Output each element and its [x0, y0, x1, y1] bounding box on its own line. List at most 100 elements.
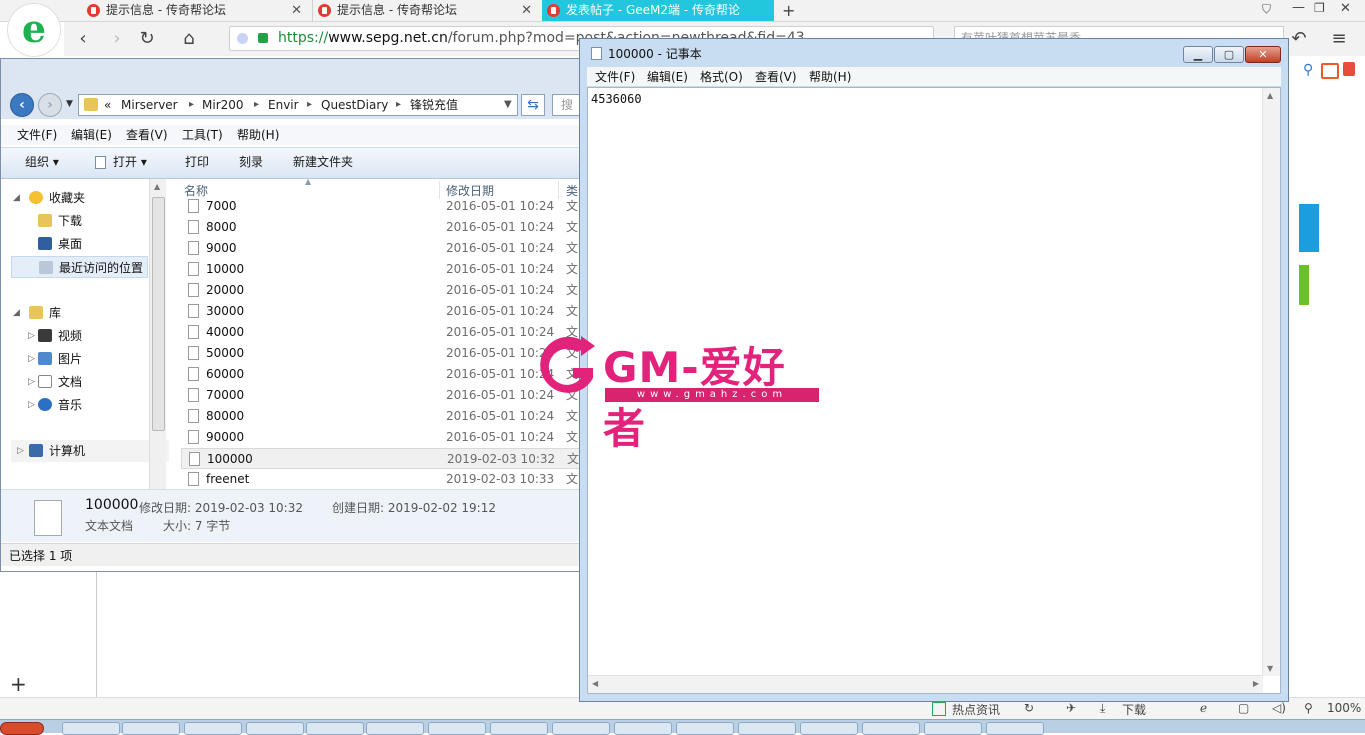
window-icon[interactable]: ▢: [1238, 701, 1249, 715]
notepad-title-bar[interactable]: 100000 - 记事本 ▁ ▢ ✕: [580, 39, 1288, 67]
back-button[interactable]: ‹: [10, 93, 34, 117]
close-button[interactable]: ✕: [1245, 46, 1281, 63]
breadcrumb-item[interactable]: QuestDiary: [321, 95, 388, 115]
hot-news-link[interactable]: 热点资讯: [952, 701, 1000, 718]
taskbar-app[interactable]: [614, 722, 672, 735]
expand-arrow-icon[interactable]: ▷: [28, 348, 35, 370]
nav-music[interactable]: ▷ 音乐: [28, 394, 82, 416]
scroll-down-arrow-icon[interactable]: ▼: [1267, 664, 1273, 673]
breadcrumb-separator-icon[interactable]: ▸: [396, 95, 401, 115]
menu-edit[interactable]: 编辑(E): [647, 67, 688, 87]
forward-button[interactable]: ›: [38, 93, 62, 117]
expand-arrow-icon[interactable]: ▷: [28, 325, 35, 347]
menu-view[interactable]: 查看(V): [126, 125, 168, 145]
file-row[interactable]: 80000 2016-05-01 10:24 文: [181, 406, 581, 427]
file-row[interactable]: 20000 2016-05-01 10:24 文: [181, 280, 581, 301]
file-row[interactable]: 60000 2016-05-01 10:24 文: [181, 364, 581, 385]
file-row[interactable]: 10000 2016-05-01 10:24 文: [181, 259, 581, 280]
scroll-up-arrow-icon[interactable]: ▲: [1267, 91, 1273, 100]
add-icon[interactable]: +: [10, 672, 27, 696]
burn-button[interactable]: 刻录: [239, 148, 263, 176]
breadcrumb-separator-icon[interactable]: ▸: [189, 95, 194, 115]
file-row[interactable]: 50000 2016-05-01 10:24 文: [181, 343, 581, 364]
scroll-right-arrow-icon[interactable]: ▶: [1253, 679, 1259, 688]
scroll-left-arrow-icon[interactable]: ◀: [592, 679, 598, 688]
nav-favorites[interactable]: ◢ 收藏夹: [13, 187, 85, 209]
file-row[interactable]: 90000 2016-05-01 10:24 文: [181, 427, 581, 448]
taskbar-app[interactable]: [862, 722, 920, 735]
file-row-selected[interactable]: 100000 2019-02-03 10:32 文: [181, 448, 581, 469]
download-icon[interactable]: ⤓: [1100, 701, 1105, 716]
app-icon[interactable]: [1343, 62, 1355, 76]
taskbar-app[interactable]: [552, 722, 610, 735]
cleanup-icon[interactable]: ✈: [1066, 701, 1076, 715]
menu-file[interactable]: 文件(F): [17, 125, 57, 145]
breadcrumb-separator-icon[interactable]: ▸: [254, 95, 259, 115]
explorer-search-input[interactable]: 搜索: [552, 94, 582, 116]
taskbar-app[interactable]: [738, 722, 796, 735]
breadcrumb-dropdown-icon[interactable]: ▼: [504, 95, 512, 115]
maximize-button[interactable]: ▢: [1214, 46, 1244, 63]
vertical-scrollbar[interactable]: ▲ ▼: [1262, 88, 1280, 676]
breadcrumb-item[interactable]: Mir200: [202, 95, 244, 115]
undo-close-icon[interactable]: ↶: [1286, 26, 1312, 52]
nav-libraries[interactable]: ◢ 库: [13, 302, 61, 324]
taskbar-app[interactable]: [306, 722, 364, 735]
taskbar-app[interactable]: [986, 722, 1044, 735]
minimize-window-icon[interactable]: —: [1292, 0, 1305, 15]
zoom-level[interactable]: 100%: [1327, 701, 1361, 715]
menu-file[interactable]: 文件(F): [595, 67, 635, 87]
search-icon[interactable]: ⚲: [1303, 62, 1313, 78]
breadcrumb-item[interactable]: Envir: [268, 95, 299, 115]
site-info-icon[interactable]: [237, 33, 248, 44]
tv-icon[interactable]: [1321, 63, 1339, 79]
home-icon[interactable]: ⌂: [176, 26, 202, 52]
taskbar-app[interactable]: [246, 722, 304, 735]
organize-button[interactable]: 组织 ▾: [25, 148, 59, 176]
menu-help[interactable]: 帮助(H): [809, 67, 851, 87]
collapse-arrow-icon[interactable]: ◢: [13, 302, 20, 324]
nav-desktop[interactable]: 桌面: [38, 233, 82, 255]
menu-view[interactable]: 查看(V): [755, 67, 797, 87]
breadcrumb[interactable]: « Mirserver ▸ Mir200 ▸ Envir ▸ QuestDiar…: [78, 94, 518, 116]
expand-arrow-icon[interactable]: ▷: [28, 394, 35, 416]
menu-edit[interactable]: 编辑(E): [71, 125, 112, 145]
back-arrow-icon[interactable]: ‹: [70, 26, 96, 52]
menu-icon[interactable]: ≡: [1326, 26, 1352, 52]
taskbar-app[interactable]: [428, 722, 486, 735]
file-row[interactable]: 8000 2016-05-01 10:24 文: [181, 217, 581, 238]
menu-help[interactable]: 帮助(H): [237, 125, 279, 145]
close-window-icon[interactable]: ✕: [1340, 1, 1351, 16]
sound-icon[interactable]: ◁): [1272, 701, 1286, 715]
maximize-window-icon[interactable]: ❐: [1314, 1, 1325, 15]
expand-arrow-icon[interactable]: ▷: [17, 440, 24, 462]
breadcrumb-item-current[interactable]: 锋锐充值: [410, 95, 458, 115]
browser-tab[interactable]: 提示信息 - 传奇帮论坛 ✕: [312, 0, 540, 21]
breadcrumb-item[interactable]: Mirserver: [121, 95, 178, 115]
breadcrumb-overflow[interactable]: «: [104, 95, 111, 115]
nav-downloads[interactable]: 下载: [38, 210, 82, 232]
open-button[interactable]: 打开 ▾: [113, 148, 147, 176]
new-tab-button[interactable]: +: [782, 0, 795, 21]
minimize-button[interactable]: ▁: [1183, 46, 1213, 63]
expand-arrow-icon[interactable]: ▷: [28, 371, 35, 393]
refresh-icon[interactable]: ↻: [134, 26, 160, 52]
taskbar-app[interactable]: [800, 722, 858, 735]
collapse-arrow-icon[interactable]: ◢: [13, 187, 20, 209]
shirt-icon[interactable]: ⛉: [1262, 2, 1271, 17]
recent-pages-icon[interactable]: ▼: [66, 99, 73, 109]
nav-pictures[interactable]: ▷ 图片: [28, 348, 82, 370]
browser-tab-active[interactable]: 发表帖子 - GeeM2端 - 传奇帮论: [542, 0, 774, 21]
print-button[interactable]: 打印: [185, 148, 209, 176]
file-row[interactable]: 9000 2016-05-01 10:24 文: [181, 238, 581, 259]
start-button[interactable]: [0, 722, 44, 735]
taskbar-app[interactable]: [62, 722, 120, 735]
taskbar-app[interactable]: [366, 722, 424, 735]
file-row[interactable]: 40000 2016-05-01 10:24 文: [181, 322, 581, 343]
browser-tab[interactable]: 提示信息 - 传奇帮论坛 ✕: [82, 0, 310, 21]
file-row[interactable]: 30000 2016-05-01 10:24 文: [181, 301, 581, 322]
file-row[interactable]: freenet 2019-02-03 10:33 文: [181, 469, 581, 489]
breadcrumb-separator-icon[interactable]: ▸: [307, 95, 312, 115]
horizontal-scrollbar[interactable]: ◀ ▶: [588, 675, 1263, 693]
speed-icon[interactable]: ↻: [1024, 701, 1034, 715]
